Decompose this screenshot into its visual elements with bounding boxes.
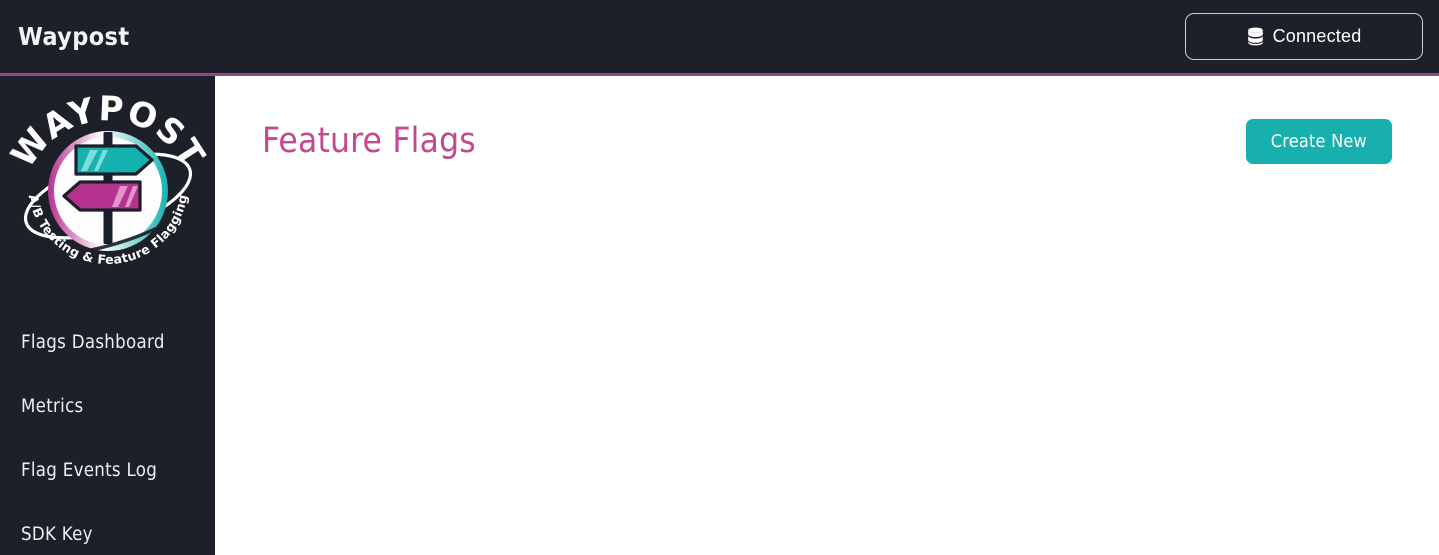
page-header-row: Feature Flags Create New <box>262 117 1392 165</box>
database-icon <box>1247 27 1264 46</box>
brand-wordmark: Waypost <box>18 22 130 51</box>
app-root: Waypost Connected WAYPOS A/B Testing & F… <box>0 0 1439 555</box>
sidebar-item-label: Flags Dashboard <box>21 331 165 353</box>
main-content: Feature Flags Create New <box>215 76 1439 555</box>
connection-status-button[interactable]: Connected <box>1185 13 1423 60</box>
sidebar-item-sdk-key[interactable]: SDK Key <box>0 503 215 555</box>
create-new-button[interactable]: Create New <box>1245 118 1392 164</box>
page-title: Feature Flags <box>262 120 476 161</box>
sidebar: WAYPOST A/B Testing & Feature Flagging F… <box>0 76 215 555</box>
sidebar-item-flags-dashboard[interactable]: Flags Dashboard <box>0 311 215 375</box>
feature-flags-list <box>262 186 1392 546</box>
connection-status-label: Connected <box>1272 26 1362 46</box>
sidebar-item-label: SDK Key <box>21 523 93 545</box>
app-header: Waypost Connected <box>0 0 1439 73</box>
waypost-logo[interactable]: WAYPOST A/B Testing & Feature Flagging <box>8 84 208 284</box>
sidebar-nav: Flags Dashboard Metrics Flag Events Log … <box>0 311 215 555</box>
sidebar-item-metrics[interactable]: Metrics <box>0 375 215 439</box>
sidebar-item-label: Metrics <box>21 395 84 417</box>
sidebar-item-flag-events-log[interactable]: Flag Events Log <box>0 439 215 503</box>
sidebar-item-label: Flag Events Log <box>21 459 158 481</box>
